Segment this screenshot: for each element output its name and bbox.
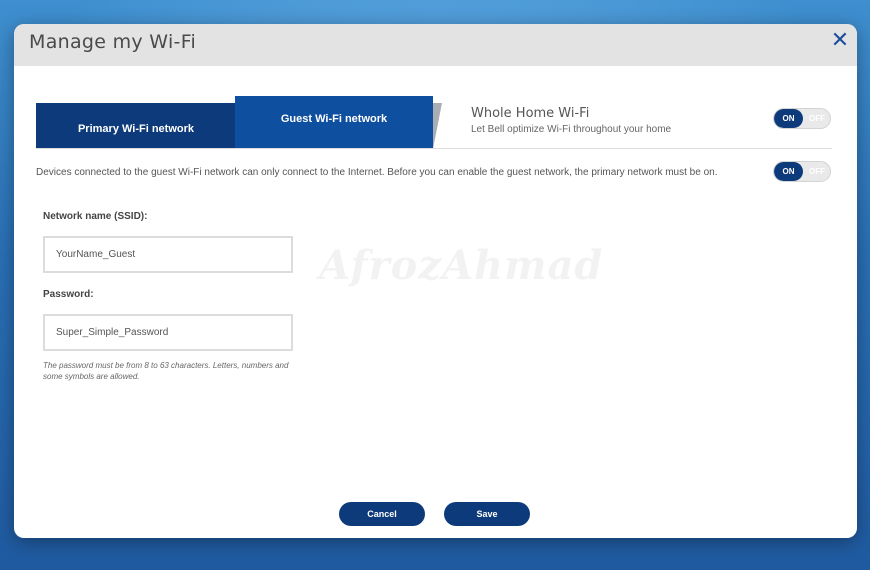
toggle-on-label: ON [774,109,803,128]
whole-home-subtitle: Let Bell optimize Wi-Fi throughout your … [471,124,672,135]
tab-guest-label: Guest Wi-Fi network [280,112,388,125]
watermark: AfrozAhmad [319,242,604,289]
toggle-off-label: OFF [809,167,825,176]
password-input[interactable] [43,314,293,351]
tab-guest-wifi[interactable]: Guest Wi-Fi network [235,96,433,149]
whole-home-title: Whole Home Wi-Fi [471,106,590,121]
toggle-on-label: ON [774,162,803,181]
guest-network-toggle[interactable]: ON OFF [773,161,831,182]
network-tabs: Primary Wi-Fi network Guest Wi-Fi networ… [36,96,446,149]
cancel-button[interactable]: Cancel [339,502,425,526]
guest-notice: Devices connected to the guest Wi-Fi net… [36,167,718,178]
ssid-input[interactable] [43,236,293,273]
section-divider [36,148,832,149]
password-hint: The password must be from 8 to 63 charac… [43,361,289,381]
toggle-off-label: OFF [809,114,825,123]
dialog-body: Primary Wi-Fi network Guest Wi-Fi networ… [14,24,857,538]
tab-divider [433,103,442,149]
save-button[interactable]: Save [444,502,530,526]
tab-primary-wifi[interactable]: Primary Wi-Fi network [36,103,236,149]
tab-primary-label: Primary Wi-Fi network [77,123,195,135]
password-label: Password: [43,289,94,300]
whole-home-toggle[interactable]: ON OFF [773,108,831,129]
ssid-label: Network name (SSID): [43,211,148,222]
